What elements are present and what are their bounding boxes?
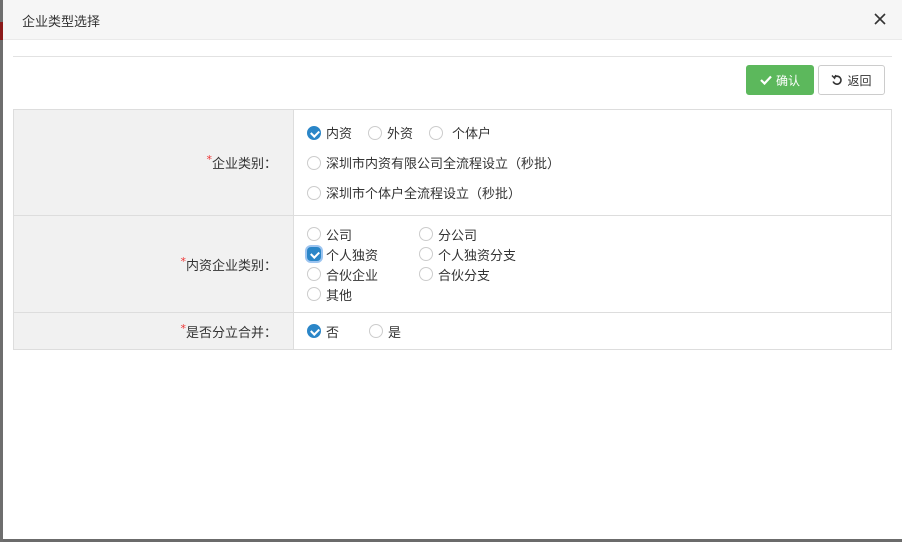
back-button[interactable]: 返回 — [818, 65, 885, 95]
radio-group-row: 否 是 — [307, 316, 891, 346]
radio-shenzhen-individual[interactable]: 深圳市个体户全流程设立（秒批） — [307, 183, 521, 202]
radio-unchecked-icon — [307, 267, 321, 281]
radio-unchecked-icon — [419, 267, 433, 281]
radio-sole-proprietorship[interactable]: 个人独资 — [307, 244, 419, 264]
radio-checked-icon — [307, 125, 321, 140]
field-label: *内资企业类别： — [13, 215, 294, 313]
enterprise-type-form: *企业类别： 内资 外资 个体户 深圳市内资有限公司全流程设立（秒批） 深圳市个… — [13, 109, 892, 350]
radio-unchecked-icon — [307, 185, 321, 200]
radio-group-row: 深圳市内资有限公司全流程设立（秒批） — [307, 148, 891, 178]
radio-partnership-branch[interactable]: 合伙分支 — [419, 264, 579, 284]
field-label: *是否分立合并： — [13, 312, 294, 350]
undo-icon — [831, 74, 843, 85]
radio-unchecked-icon — [369, 324, 384, 338]
radio-unchecked-icon — [307, 227, 321, 241]
radio-company[interactable]: 公司 — [307, 224, 419, 244]
radio-unchecked-icon — [429, 125, 444, 140]
dialog-header: 企业类型选择 — [3, 0, 902, 40]
radio-unchecked-icon — [419, 247, 433, 261]
form-row-domestic-category: *内资企业类别： 公司 分公司 个人独资 个人独资分支 合伙企业 合伙分支 其他 — [13, 215, 892, 313]
form-row-split-merge: *是否分立合并： 否 是 — [13, 312, 892, 350]
dialog-title: 企业类型选择 — [22, 15, 101, 30]
field-value: 否 是 — [293, 312, 892, 350]
field-value: 公司 分公司 个人独资 个人独资分支 合伙企业 合伙分支 其他 — [293, 215, 892, 313]
radio-other[interactable]: 其他 — [307, 284, 419, 304]
back-label: 返回 — [847, 73, 872, 88]
close-button[interactable] — [872, 11, 888, 27]
radio-branch-company[interactable]: 分公司 — [419, 224, 579, 244]
radio-grid: 公司 分公司 个人独资 个人独资分支 合伙企业 合伙分支 其他 — [307, 224, 891, 304]
radio-group-row: 深圳市个体户全流程设立（秒批） — [307, 178, 891, 208]
radio-checked-icon — [307, 324, 321, 338]
radio-unchecked-icon — [307, 155, 321, 170]
radio-no[interactable]: 否 — [307, 322, 339, 341]
radio-foreign[interactable]: 外资 — [368, 123, 413, 142]
check-icon — [760, 75, 772, 85]
radio-group-row: 内资 外资 个体户 — [307, 118, 891, 148]
radio-sole-proprietorship-branch[interactable]: 个人独资分支 — [419, 244, 579, 264]
radio-domestic[interactable]: 内资 — [307, 123, 352, 142]
enterprise-type-dialog: 企业类型选择 确认 返回 *企业类别： 内资 外资 个体户 深圳市内资有限公司全… — [3, 0, 902, 539]
confirm-label: 确认 — [775, 73, 800, 88]
toolbar: 确认 返回 — [746, 65, 885, 95]
confirm-button[interactable]: 确认 — [746, 65, 814, 95]
radio-checked-icon — [307, 247, 321, 261]
radio-shenzhen-domestic-ltd[interactable]: 深圳市内资有限公司全流程设立（秒批） — [307, 153, 560, 172]
radio-partnership[interactable]: 合伙企业 — [307, 264, 419, 284]
form-row-enterprise-category: *企业类别： 内资 外资 个体户 深圳市内资有限公司全流程设立（秒批） 深圳市个… — [13, 109, 892, 216]
radio-individual[interactable]: 个体户 — [429, 123, 491, 142]
radio-yes[interactable]: 是 — [369, 322, 401, 341]
close-icon — [874, 13, 886, 25]
field-label: *企业类别： — [13, 109, 294, 216]
toolbar-divider — [13, 56, 892, 57]
radio-unchecked-icon — [419, 227, 433, 241]
radio-unchecked-icon — [307, 287, 321, 301]
field-value: 内资 外资 个体户 深圳市内资有限公司全流程设立（秒批） 深圳市个体户全流程设立… — [293, 109, 892, 216]
radio-unchecked-icon — [368, 125, 383, 140]
